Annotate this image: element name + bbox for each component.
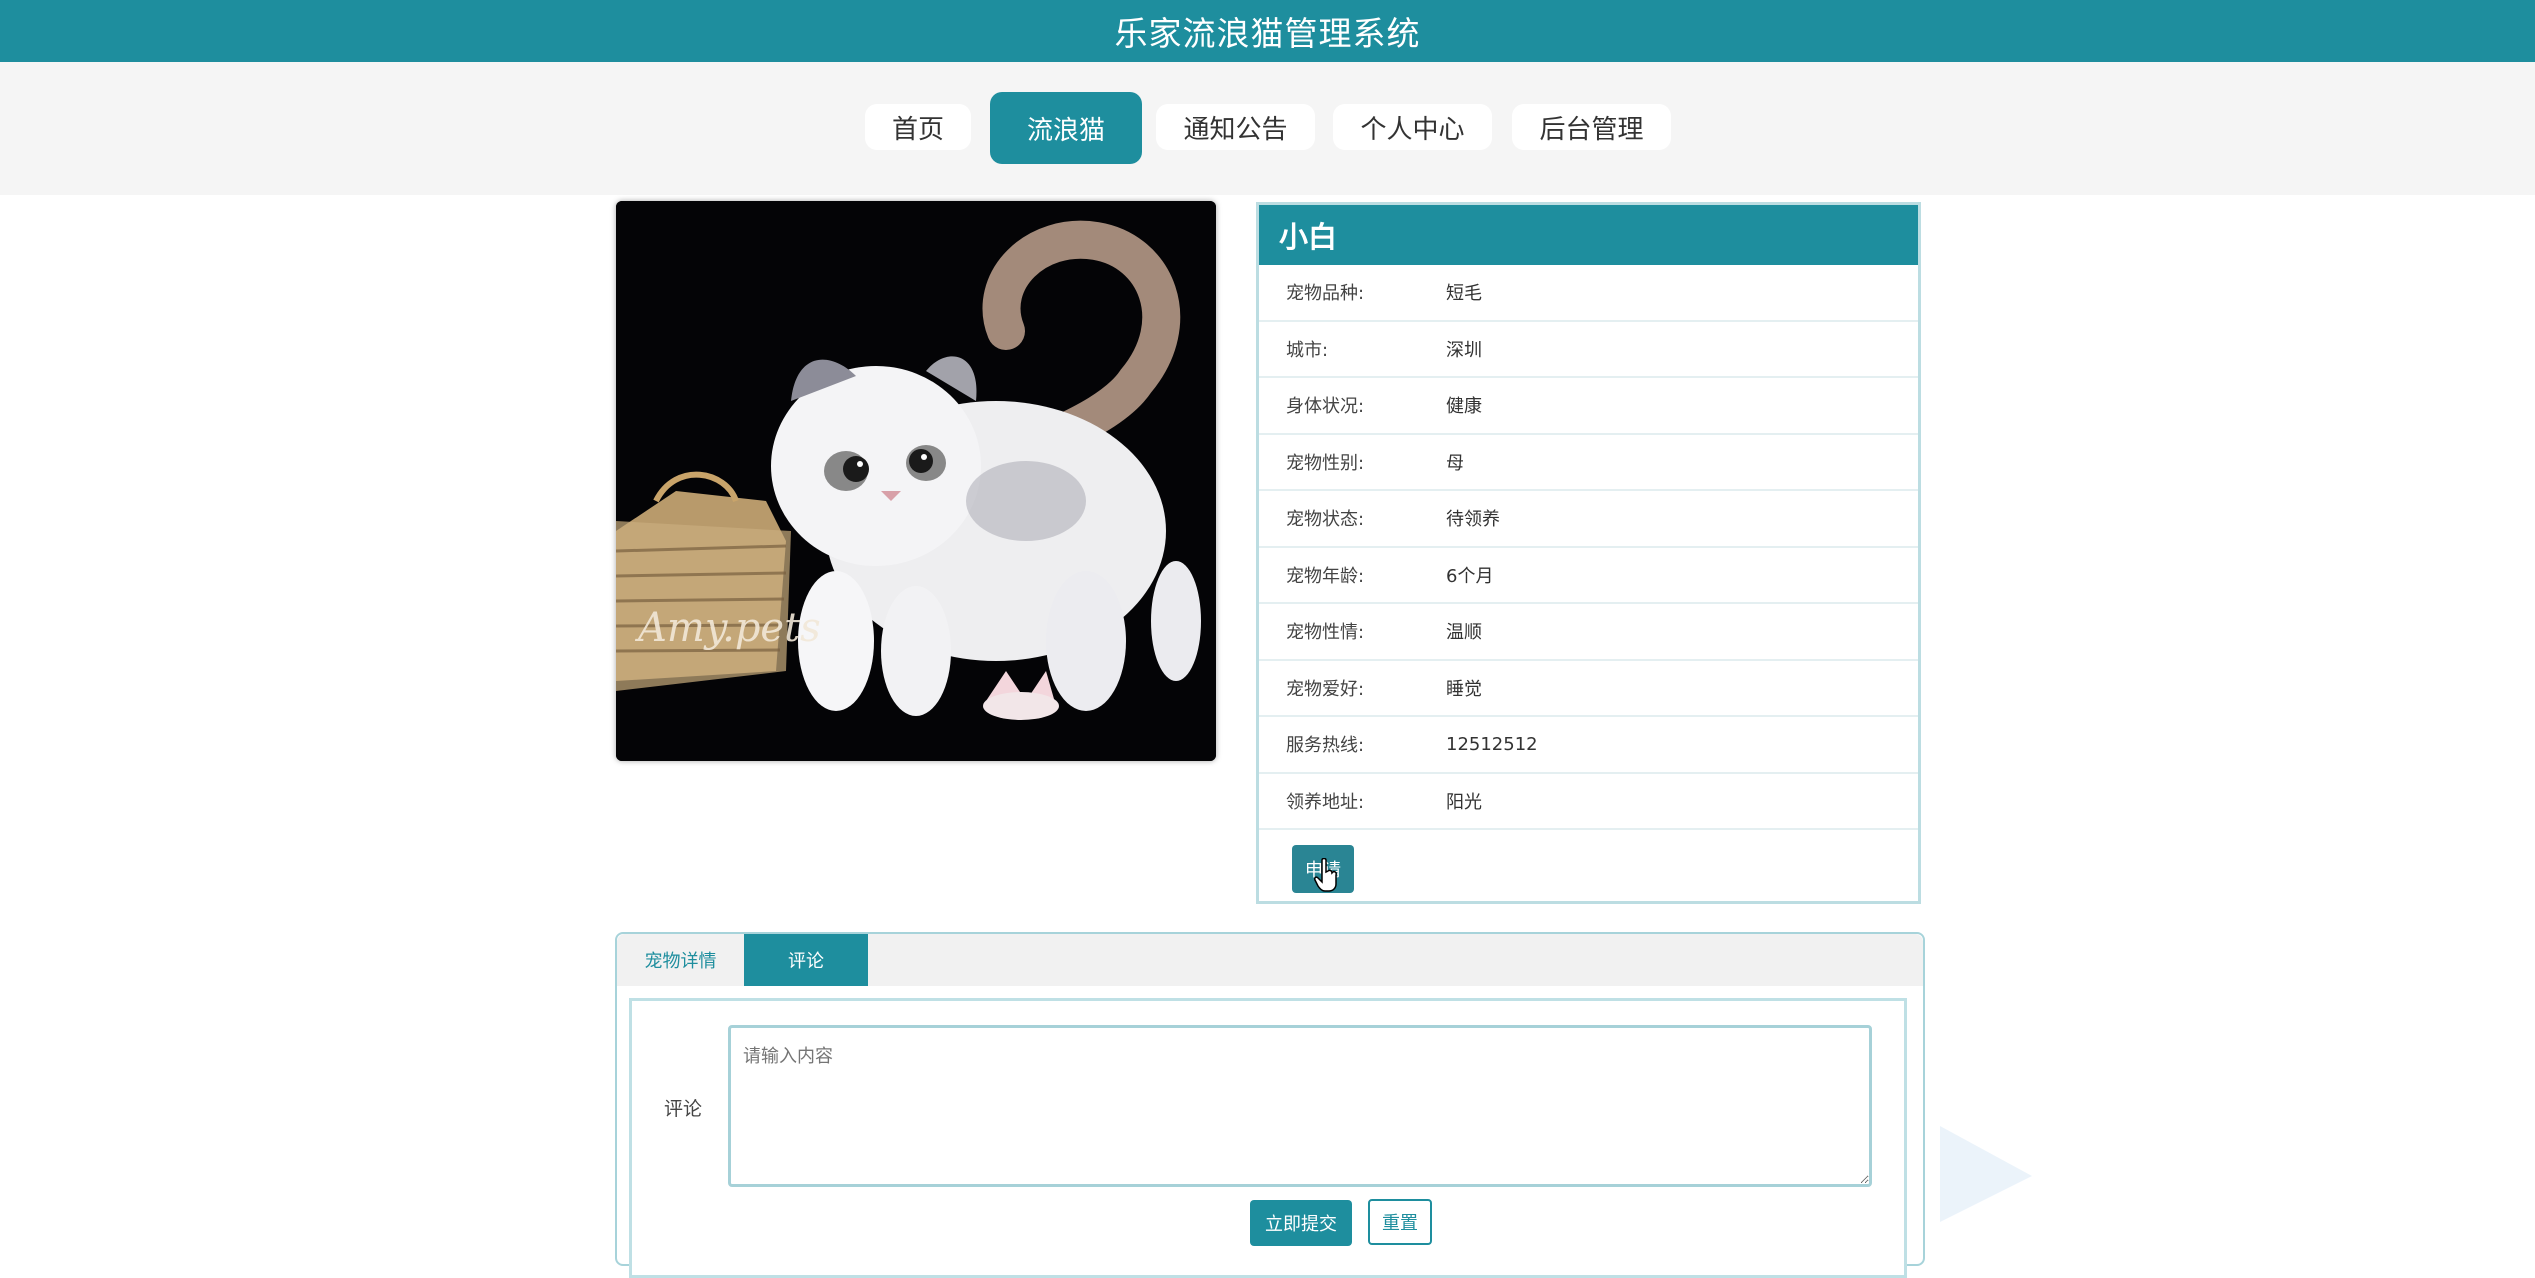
cat-image: Amy.pets	[616, 201, 1216, 761]
field-label: 宠物年龄:	[1286, 565, 1365, 587]
play-arrow-icon	[1940, 1126, 2032, 1222]
field-label: 城市:	[1286, 339, 1329, 361]
field-value: 睡觉	[1446, 678, 1482, 700]
field-value: 阳光	[1446, 791, 1482, 813]
field-label: 宠物品种:	[1286, 283, 1365, 305]
field-label: 宠物性情:	[1286, 622, 1365, 644]
field-label: 身体状况:	[1286, 396, 1365, 418]
pet-name: 小白	[1259, 205, 1918, 265]
info-row-address: 领养地址: 阳光	[1259, 774, 1918, 830]
tab-comments[interactable]: 评论	[744, 934, 868, 986]
nav-item-notices[interactable]: 通知公告	[1156, 104, 1315, 150]
field-value: 12512512	[1446, 733, 1538, 755]
app-title: 乐家流浪猫管理系统	[1114, 14, 1421, 53]
info-row-temperament: 宠物性情: 温顺	[1259, 604, 1918, 661]
field-value: 短毛	[1446, 283, 1482, 305]
field-value: 温顺	[1446, 622, 1482, 644]
tab-pet-details[interactable]: 宠物详情	[617, 934, 744, 986]
info-row-breed: 宠物品种: 短毛	[1259, 265, 1918, 322]
pet-info-card: 小白 宠物品种: 短毛 城市: 深圳 身体状况: 健康 宠物性别: 母 宠物状态…	[1256, 202, 1921, 904]
info-row-age: 宠物年龄: 6个月	[1259, 548, 1918, 604]
nav-item-stray-cats[interactable]: 流浪猫	[990, 92, 1142, 164]
field-value: 母	[1446, 452, 1464, 474]
field-label: 领养地址:	[1286, 791, 1365, 813]
field-value: 深圳	[1446, 339, 1482, 361]
tabs-bar: 宠物详情 评论	[617, 934, 1923, 986]
field-value: 6个月	[1446, 565, 1494, 587]
field-label: 宠物爱好:	[1286, 678, 1365, 700]
pet-photo: Amy.pets	[616, 201, 1216, 761]
reset-button[interactable]: 重置	[1368, 1199, 1432, 1245]
info-row-hotline: 服务热线: 12512512	[1259, 717, 1918, 774]
info-row-hobby: 宠物爱好: 睡觉	[1259, 661, 1918, 717]
field-label: 宠物性别:	[1286, 452, 1365, 474]
info-row-city: 城市: 深圳	[1259, 322, 1918, 378]
info-row-gender: 宠物性别: 母	[1259, 435, 1918, 491]
field-label: 服务热线:	[1286, 735, 1365, 757]
comment-input[interactable]	[728, 1025, 1872, 1187]
info-row-status: 宠物状态: 待领养	[1259, 491, 1918, 548]
field-value: 健康	[1446, 396, 1482, 418]
hand-cursor-icon	[1314, 858, 1337, 892]
field-value: 待领养	[1446, 509, 1500, 531]
info-row-health: 身体状况: 健康	[1259, 378, 1918, 435]
comment-label: 评论	[664, 1098, 703, 1120]
nav-item-personal-center[interactable]: 个人中心	[1333, 104, 1492, 150]
top-header: 乐家流浪猫管理系统	[0, 0, 2535, 62]
watermark-text: Amy.pets	[634, 605, 821, 651]
field-label: 宠物状态:	[1286, 509, 1365, 531]
nav-item-home[interactable]: 首页	[865, 104, 971, 150]
nav-bar: 首页 流浪猫 通知公告 个人中心 后台管理	[0, 62, 2535, 195]
submit-button[interactable]: 立即提交	[1250, 1200, 1352, 1246]
nav-item-admin[interactable]: 后台管理	[1512, 104, 1671, 150]
